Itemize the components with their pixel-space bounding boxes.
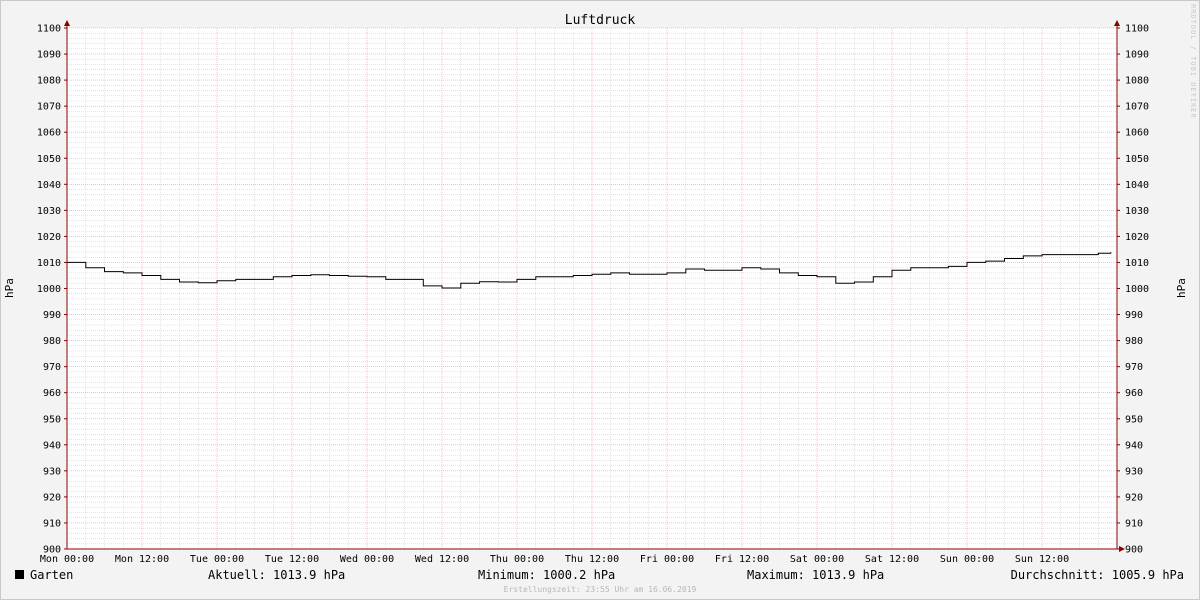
x-tick-label: Mon 00:00: [40, 554, 94, 565]
legend-durchschnitt: Durchschnitt: 1005.9 hPa: [1011, 568, 1184, 582]
y-tick-label-right: 970: [1125, 362, 1143, 373]
y-tick-label-left: 910: [43, 518, 61, 529]
y-tick-label-right: 940: [1125, 440, 1143, 451]
y-tick-label-right: 990: [1125, 310, 1143, 321]
y-tick-label-right: 1090: [1125, 50, 1149, 61]
y-tick-label-right: 900: [1125, 545, 1143, 556]
y-tick-label-right: 920: [1125, 492, 1143, 503]
creation-time-footer: Erstellungszeit: 23:55 Uhr am 16.06.2019: [504, 585, 697, 594]
legend-maximum: Maximum: 1013.9 hPa: [747, 568, 884, 582]
y-tick-label-left: 990: [43, 310, 61, 321]
y-tick-labels-right: 900 910 920 930 940 950 960 970 980 990 1000 1010 10…: [1125, 24, 1149, 556]
y-tick-label-right: 1100: [1125, 24, 1149, 35]
x-tick-label: Fri 00:00: [640, 554, 694, 565]
x-tick-label: Thu 00:00: [490, 554, 544, 565]
y-tick-label-right: 1040: [1125, 180, 1149, 191]
y-tick-label-left: 920: [43, 492, 61, 503]
y-tick-label-right: 960: [1125, 388, 1143, 399]
x-tick-label: Tue 12:00: [265, 554, 319, 565]
x-tick-label: Mon 12:00: [115, 554, 169, 565]
y-tick-label-right: 910: [1125, 518, 1143, 529]
y-tick-label-right: 980: [1125, 336, 1143, 347]
legend-minimum: Minimum: 1000.2 hPa: [478, 568, 615, 582]
x-tick-label: Wed 00:00: [340, 554, 394, 565]
y-tick-label-right: 1080: [1125, 76, 1149, 87]
y-tick-labels-left: 9009109209309409509609709809901000101010…: [37, 24, 61, 556]
legend-swatch-garten: [15, 570, 24, 579]
y-axis-right-arrow: [1114, 20, 1120, 26]
y-tick-label-left: 1000: [37, 284, 61, 295]
legend-series-name: Garten: [30, 568, 73, 582]
y-tick-label-left: 1070: [37, 102, 61, 113]
y-tick-label-left: 960: [43, 388, 61, 399]
chart-title: Luftdruck: [565, 13, 636, 28]
legend-aktuell: Aktuell: 1013.9 hPa: [208, 568, 345, 582]
x-tick-label: Wed 12:00: [415, 554, 469, 565]
chart-canvas: 900 910 920 930 940 950 960 970 980 990 1000 1010 10…: [0, 0, 1200, 600]
y-tick-label-left: 1050: [37, 154, 61, 165]
x-tick-label: Fri 12:00: [715, 554, 769, 565]
y-tick-label-left: 970: [43, 362, 61, 373]
y-tick-label-left: 950: [43, 414, 61, 425]
y-axis-left-arrow: [64, 20, 70, 26]
y-tick-label-right: 1030: [1125, 206, 1149, 217]
x-tick-labels: Mon 00:00 Mon 12:00 Tue 00:00 Tue 12:00 Wed …: [40, 554, 1069, 565]
y-tick-label-left: 930: [43, 466, 61, 477]
y-tick-label-left: 1090: [37, 50, 61, 61]
y-tick-label-left: 1040: [37, 180, 61, 191]
y-tick-label-left: 1010: [37, 258, 61, 269]
y-tick-label-right: 1050: [1125, 154, 1149, 165]
y-tick-label-left: 980: [43, 336, 61, 347]
y-axis-label-right: hPa: [1175, 278, 1188, 298]
y-tick-label-left: 1080: [37, 76, 61, 87]
y-tick-label-right: 1000: [1125, 284, 1149, 295]
y-tick-label-left: 1030: [37, 206, 61, 217]
y-tick-label-left: 1020: [37, 232, 61, 243]
x-tick-label: Tue 00:00: [190, 554, 244, 565]
x-tick-label: Thu 12:00: [565, 554, 619, 565]
y-tick-label-right: 1060: [1125, 128, 1149, 139]
y-tick-label-right: 1010: [1125, 258, 1149, 269]
y-axis-label-left: hPa: [3, 278, 16, 298]
rrdtool-watermark: RRDTOOL / TOBI OETIKER: [1189, 4, 1197, 119]
y-tick-label-left: 1100: [37, 24, 61, 35]
y-tick-label-left: 1060: [37, 128, 61, 139]
x-tick-label: Sat 00:00: [790, 554, 844, 565]
y-tick-label-right: 950: [1125, 414, 1143, 425]
y-tick-label-left: 940: [43, 440, 61, 451]
x-tick-label: Sun 12:00: [1015, 554, 1069, 565]
x-tick-label: Sun 00:00: [940, 554, 994, 565]
luftdruck-chart: 900 910 920 930 940 950 960 970 980 990 1000 1010 10…: [0, 0, 1200, 600]
y-tick-label-right: 930: [1125, 466, 1143, 477]
y-tick-label-right: 1070: [1125, 102, 1149, 113]
x-tick-label: Sat 12:00: [865, 554, 919, 565]
y-tick-label-right: 1020: [1125, 232, 1149, 243]
